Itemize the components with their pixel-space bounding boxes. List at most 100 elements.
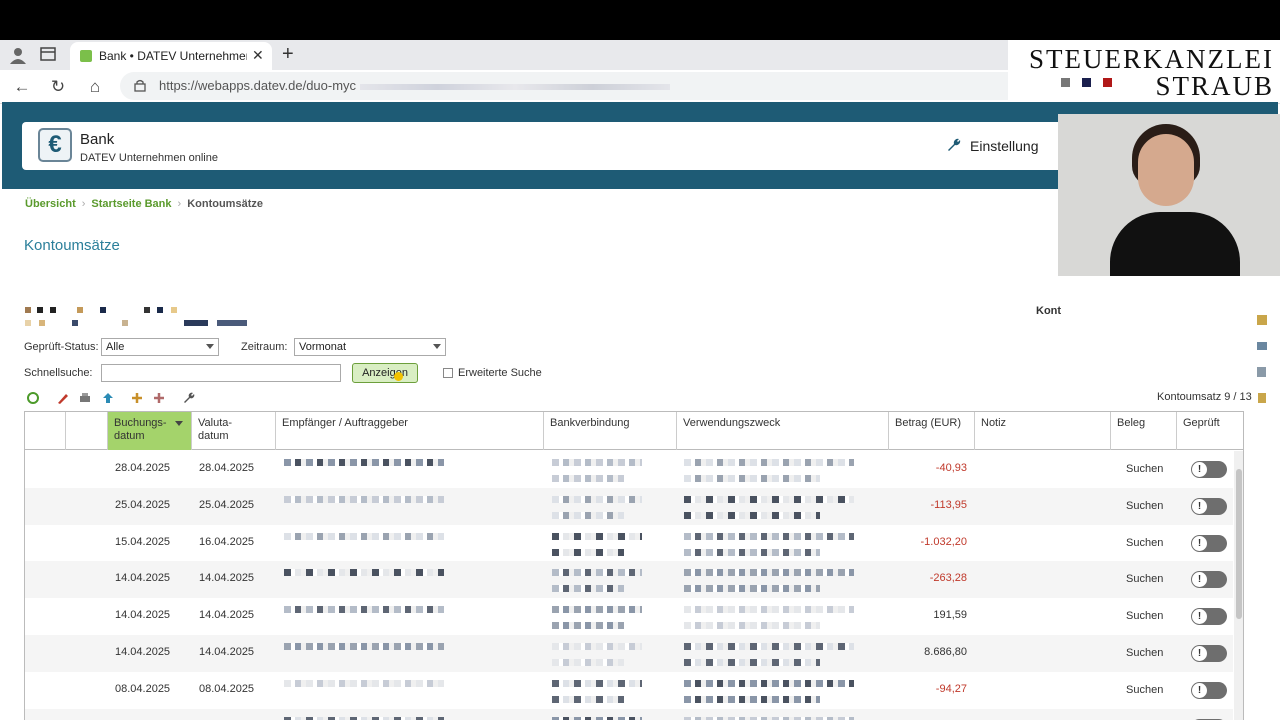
presenter-face bbox=[1138, 134, 1194, 206]
value-date: 28.04.2025 bbox=[199, 462, 255, 474]
extended-search-checkbox[interactable] bbox=[443, 368, 453, 378]
booking-date: 25.04.2025 bbox=[115, 498, 171, 511]
booking-date: 14.04.2025 bbox=[115, 572, 171, 585]
amount: -1.032,20 bbox=[920, 535, 967, 548]
blurred-purpose bbox=[684, 511, 820, 519]
column-payee[interactable]: Empfänger / Auftraggeber bbox=[276, 412, 544, 450]
breadcrumb-overview[interactable]: Übersicht bbox=[25, 198, 76, 210]
record-counter: Kontoumsatz 9 / 13 bbox=[1157, 391, 1252, 403]
column-value-date[interactable]: Valuta- datum bbox=[192, 412, 276, 450]
arrow-up-icon[interactable] bbox=[101, 391, 115, 405]
table-row[interactable]: 15.04.2025 16.04.2025 -1.032,20 Suchen ! bbox=[25, 524, 1233, 562]
edit-icon[interactable] bbox=[56, 391, 70, 405]
blurred-purpose bbox=[684, 459, 854, 466]
breadcrumb-bank-home[interactable]: Startseite Bank bbox=[91, 198, 171, 210]
tab-list-icon[interactable] bbox=[40, 46, 56, 62]
presenter-body bbox=[1110, 212, 1240, 276]
receipt-search-link[interactable]: Suchen bbox=[1126, 647, 1163, 659]
checked-toggle[interactable]: ! bbox=[1191, 497, 1227, 515]
browser-tab[interactable]: Bank • DATEV Unternehmen online ✕ bbox=[70, 42, 272, 70]
status-select[interactable]: Alle bbox=[101, 338, 219, 356]
blurred-bank bbox=[552, 716, 642, 720]
table-header: Buchungs- datum Valuta- datum Empfänger … bbox=[25, 412, 1243, 450]
image-icon[interactable] bbox=[1256, 340, 1268, 352]
receipt-search-link[interactable]: Suchen bbox=[1126, 537, 1163, 549]
column-booking-date[interactable]: Buchungs- datum bbox=[108, 412, 192, 450]
print-icon[interactable] bbox=[78, 391, 92, 405]
period-value: Vormonat bbox=[299, 341, 347, 353]
checked-toggle[interactable]: ! bbox=[1191, 534, 1227, 552]
amount: 8.686,80 bbox=[924, 646, 967, 658]
booking-date: 08.04.2025 bbox=[115, 682, 171, 695]
merge-icon[interactable] bbox=[152, 391, 166, 405]
value-date: 14.04.2025 bbox=[199, 609, 255, 622]
pages-icon[interactable] bbox=[1256, 366, 1268, 378]
period-select[interactable]: Vormonat bbox=[294, 338, 446, 356]
column-purpose[interactable]: Verwendungszweck bbox=[677, 412, 889, 450]
blurred-purpose bbox=[684, 643, 854, 650]
column-receipt-icon[interactable] bbox=[66, 412, 108, 450]
sort-desc-icon bbox=[175, 421, 183, 426]
value-date: 25.04.2025 bbox=[199, 498, 255, 511]
blurred-bank bbox=[552, 459, 642, 466]
profile-icon[interactable] bbox=[8, 45, 28, 65]
exclamation-icon: ! bbox=[1192, 572, 1207, 588]
home-icon[interactable]: ⌂ bbox=[83, 75, 107, 99]
blurred-purpose bbox=[684, 548, 820, 556]
checked-toggle[interactable]: ! bbox=[1191, 645, 1227, 662]
column-amount[interactable]: Betrag (EUR) bbox=[889, 412, 975, 450]
blurred-bank bbox=[552, 622, 624, 630]
split-icon[interactable] bbox=[130, 391, 144, 405]
blurred-purpose bbox=[684, 585, 820, 593]
scrollbar-thumb[interactable] bbox=[1236, 469, 1242, 619]
table-row[interactable]: 25.04.2025 25.04.2025 -113,95 Suchen ! bbox=[25, 487, 1233, 525]
blurred-url bbox=[360, 84, 670, 90]
wrench-icon[interactable] bbox=[182, 391, 196, 405]
column-checked[interactable]: Geprüft bbox=[1177, 412, 1233, 450]
checked-toggle[interactable]: ! bbox=[1191, 461, 1227, 478]
receipt-search-link[interactable]: Suchen bbox=[1126, 500, 1163, 512]
blurred-payee bbox=[284, 532, 444, 540]
blurred-bank bbox=[552, 569, 642, 577]
table-row[interactable]: 14.04.2025 14.04.2025 8.686,80 Suchen ! bbox=[25, 635, 1233, 672]
blurred-payee bbox=[284, 569, 444, 577]
table-row[interactable]: 08.04.2025 08.04.2025 -94,27 Suchen ! bbox=[25, 671, 1233, 709]
checked-toggle[interactable]: ! bbox=[1191, 608, 1227, 626]
breadcrumb-current: Kontoumsätze bbox=[187, 198, 263, 210]
show-button[interactable]: Anzeigen bbox=[352, 363, 418, 383]
column-bank[interactable]: Bankverbindung bbox=[544, 412, 677, 450]
account-label: Kont bbox=[1036, 305, 1062, 317]
clipboard-icon[interactable] bbox=[1256, 392, 1268, 404]
close-tab-icon[interactable]: ✕ bbox=[252, 47, 264, 64]
address-bar[interactable]: https://webapps.datev.de/duo-myc bbox=[120, 72, 1040, 100]
column-split-icon[interactable] bbox=[25, 412, 66, 450]
site-info-icon[interactable] bbox=[134, 79, 146, 92]
receipt-search-link[interactable]: Suchen bbox=[1126, 463, 1163, 475]
tab-title: Bank • DATEV Unternehmen online bbox=[99, 49, 247, 63]
blurred-payee bbox=[284, 716, 444, 720]
refresh-icon[interactable] bbox=[26, 391, 40, 405]
settings-link[interactable]: Einstellung bbox=[948, 138, 1039, 154]
document-icon[interactable] bbox=[1256, 314, 1268, 326]
column-receipt[interactable]: Beleg bbox=[1111, 412, 1177, 450]
receipt-search-link[interactable]: Suchen bbox=[1126, 573, 1163, 585]
receipt-search-link[interactable]: Suchen bbox=[1126, 684, 1163, 696]
blurred-purpose bbox=[684, 716, 854, 720]
quick-search-input[interactable] bbox=[101, 364, 341, 382]
back-icon[interactable]: ← bbox=[10, 75, 34, 99]
column-note[interactable]: Notiz bbox=[975, 412, 1111, 450]
new-tab-icon[interactable]: + bbox=[282, 43, 294, 66]
receipt-search-link[interactable]: Suchen bbox=[1126, 610, 1163, 622]
booking-date: 14.04.2025 bbox=[115, 646, 171, 658]
table-row[interactable]: 14.04.2025 14.04.2025 -263,28 Suchen ! bbox=[25, 561, 1233, 599]
blurred-bank bbox=[552, 548, 624, 556]
checked-toggle[interactable]: ! bbox=[1191, 571, 1227, 589]
firm-logo: STEUERKANZLEI STRAUB bbox=[1008, 40, 1280, 101]
vertical-scrollbar[interactable] bbox=[1234, 451, 1243, 720]
table-row[interactable]: 28.04.2025 28.04.2025 -40,93 Suchen ! bbox=[25, 451, 1233, 488]
table-row[interactable]: 14.04.2025 14.04.2025 191,59 Suchen ! bbox=[25, 598, 1233, 636]
checked-toggle[interactable]: ! bbox=[1191, 681, 1227, 699]
table-row[interactable]: 03.04.2025 03.04.2025 -424,53 Suchen ! bbox=[25, 708, 1233, 720]
favicon-icon bbox=[80, 50, 92, 62]
reload-icon[interactable]: ↻ bbox=[46, 75, 70, 99]
